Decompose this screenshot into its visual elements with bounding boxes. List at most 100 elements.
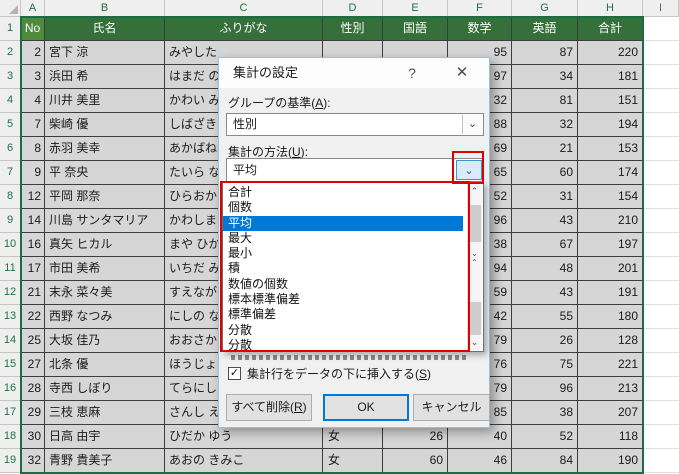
cell[interactable]: 180 (578, 305, 643, 329)
cell[interactable]: 8 (21, 137, 45, 161)
scroll-up-icon[interactable]: ⌃ (468, 259, 481, 267)
cell[interactable]: 4 (21, 89, 45, 113)
cell[interactable]: 60 (383, 449, 448, 473)
cell[interactable] (643, 113, 679, 137)
dropdown-option[interactable]: 標準偏差 (223, 307, 463, 322)
cell[interactable]: 26 (512, 329, 578, 353)
cell[interactable]: 平 奈央 (45, 161, 165, 185)
cell[interactable] (643, 425, 679, 449)
cell[interactable] (643, 89, 679, 113)
cell[interactable]: 末永 菜々美 (45, 281, 165, 305)
cell[interactable]: 25 (21, 329, 45, 353)
row-header[interactable]: 8 (0, 185, 21, 209)
row-header[interactable]: 2 (0, 41, 21, 65)
cell[interactable]: 52 (512, 425, 578, 449)
cell[interactable]: 柴崎 優 (45, 113, 165, 137)
cell[interactable]: 寺西 しぼり (45, 377, 165, 401)
cell[interactable]: 17 (21, 257, 45, 281)
row-header[interactable]: 13 (0, 305, 21, 329)
cell[interactable]: 128 (578, 329, 643, 353)
checkbox-check-icon[interactable]: ✓ (228, 366, 241, 380)
cell[interactable]: 48 (512, 257, 578, 281)
cell[interactable]: 34 (512, 65, 578, 89)
cell[interactable]: 153 (578, 137, 643, 161)
cell[interactable]: 16 (21, 233, 45, 257)
header-cell[interactable]: 性別 (323, 17, 383, 41)
header-cell[interactable]: 国語 (383, 17, 448, 41)
cell[interactable]: 31 (512, 185, 578, 209)
dropdown-option[interactable]: 最小 (223, 246, 463, 261)
cell[interactable]: 210 (578, 209, 643, 233)
cell[interactable]: 27 (21, 353, 45, 377)
column-header-D[interactable]: D (323, 0, 383, 17)
help-icon[interactable]: ? (399, 58, 425, 88)
column-header-H[interactable]: H (578, 0, 643, 17)
cell[interactable]: 60 (512, 161, 578, 185)
cell[interactable] (643, 137, 679, 161)
cell[interactable]: あおの きみこ (165, 449, 323, 473)
column-header-A[interactable]: A (21, 0, 45, 17)
cell[interactable]: 2 (21, 41, 45, 65)
column-header-B[interactable]: B (45, 0, 165, 17)
chevron-down-icon[interactable]: ⌄ (462, 115, 482, 134)
insert-below-data-checkbox[interactable]: ✓ 集計行をデータの下に挿入する(S) (228, 365, 431, 381)
cell[interactable]: 174 (578, 161, 643, 185)
column-header-C[interactable]: C (165, 0, 323, 17)
cell[interactable]: 宮下 涼 (45, 41, 165, 65)
cell[interactable]: 青野 貴美子 (45, 449, 165, 473)
cell[interactable]: 213 (578, 377, 643, 401)
cell[interactable]: 197 (578, 233, 643, 257)
dropdown-option[interactable]: 数値の個数 (223, 277, 463, 292)
row-header[interactable]: 9 (0, 209, 21, 233)
row-header[interactable]: 7 (0, 161, 21, 185)
cell[interactable]: 川井 美里 (45, 89, 165, 113)
cell[interactable]: 川島 サンタマリア (45, 209, 165, 233)
ok-button[interactable]: OK (323, 394, 409, 421)
cell[interactable]: 9 (21, 161, 45, 185)
cell[interactable] (643, 401, 679, 425)
cell[interactable]: 21 (512, 137, 578, 161)
cell[interactable]: 市田 美希 (45, 257, 165, 281)
scrollbar-thumb[interactable] (468, 205, 481, 242)
cell[interactable]: 大坂 佳乃 (45, 329, 165, 353)
header-cell[interactable]: 英語 (512, 17, 578, 41)
cell[interactable]: 14 (21, 209, 45, 233)
cell[interactable]: 32 (21, 449, 45, 473)
cell[interactable] (643, 17, 679, 41)
column-header-G[interactable]: G (512, 0, 578, 17)
cell[interactable]: 40 (448, 425, 512, 449)
cell[interactable] (643, 353, 679, 377)
row-header[interactable]: 18 (0, 425, 21, 449)
dropdown-option[interactable]: 分散 (223, 323, 463, 338)
column-header-F[interactable]: F (448, 0, 512, 17)
cell[interactable]: 日高 由宇 (45, 425, 165, 449)
cell[interactable] (643, 209, 679, 233)
cell[interactable]: 191 (578, 281, 643, 305)
cell[interactable]: 194 (578, 113, 643, 137)
cell[interactable]: 46 (448, 449, 512, 473)
cell[interactable]: 207 (578, 401, 643, 425)
header-cell[interactable]: No (21, 17, 45, 41)
cell[interactable]: 7 (21, 113, 45, 137)
cell[interactable]: 26 (383, 425, 448, 449)
cell[interactable] (643, 257, 679, 281)
cell[interactable]: 21 (21, 281, 45, 305)
chevron-down-icon[interactable]: ⌄ (456, 160, 482, 180)
scroll-down-icon[interactable]: ⌄ (468, 337, 481, 348)
dropdown-option[interactable]: 平均 (223, 215, 463, 231)
header-cell[interactable]: 数学 (448, 17, 512, 41)
cell[interactable]: 女 (323, 449, 383, 473)
cell[interactable] (643, 65, 679, 89)
header-cell[interactable]: 合計 (578, 17, 643, 41)
cell[interactable]: 55 (512, 305, 578, 329)
cell[interactable]: 西野 なつみ (45, 305, 165, 329)
cell[interactable]: 87 (512, 41, 578, 65)
dropdown-scrollbar[interactable]: ⌃ ⌄ ⌃ ⌄ (467, 184, 482, 350)
cell[interactable]: ひだか ゆう (165, 425, 323, 449)
row-header[interactable]: 19 (0, 449, 21, 473)
cell[interactable]: 84 (512, 449, 578, 473)
row-header[interactable]: 5 (0, 113, 21, 137)
cancel-button[interactable]: キャンセル (413, 394, 490, 421)
close-icon[interactable]: ✕ (449, 58, 475, 88)
dropdown-option[interactable]: 合計 (223, 185, 463, 200)
